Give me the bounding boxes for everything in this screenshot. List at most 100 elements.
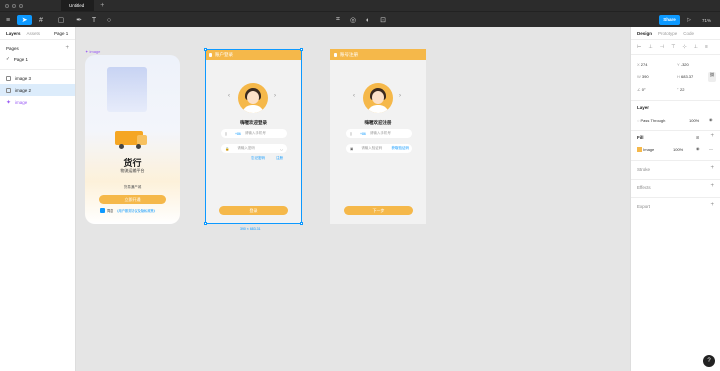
fill-row[interactable]: Image (637, 147, 654, 153)
y-field[interactable]: Y -320 (677, 62, 689, 67)
phone-placeholder: 请输入手机号 (369, 131, 391, 135)
add-effect-icon[interactable]: + (710, 183, 714, 189)
resize-handle[interactable] (204, 222, 207, 225)
maximize-window-icon[interactable] (19, 3, 23, 8)
main-menu-icon[interactable]: ≡ (3, 15, 13, 25)
divider (631, 100, 720, 101)
chevron-left-icon[interactable]: ‹ (353, 93, 355, 99)
align-top-icon[interactable]: ⊤ (671, 44, 675, 50)
resize-handle[interactable] (300, 222, 303, 225)
zoom-level[interactable]: 71% (702, 15, 711, 25)
splash-screen[interactable]: 货行 物流运输平台 货易通产城 立即开通 同意 《用户服务协议及隐私政策》 (85, 55, 180, 224)
phone-input[interactable]: ▯ +86 请输入手机号 (346, 129, 412, 138)
new-tab-button[interactable]: + (100, 2, 104, 9)
close-window-icon[interactable] (5, 3, 9, 8)
crop-icon[interactable]: ⊡ (378, 15, 388, 25)
present-icon[interactable]: ▷ (685, 15, 693, 25)
page-item[interactable]: ✓ Page 1 (0, 53, 75, 65)
city-illustration (107, 67, 147, 112)
divider (631, 197, 720, 198)
eye-icon[interactable]: ◉ (696, 146, 700, 151)
layer-opacity[interactable]: 100% (689, 118, 699, 123)
corner-radius-field[interactable]: ⌜ 22 (677, 87, 684, 92)
frame-label[interactable]: ✦ image (85, 49, 100, 54)
tab-code[interactable]: Code (683, 31, 694, 36)
title-bar: Untitled + (0, 0, 720, 11)
design-panel: Design Prototype Code ⊢ ⊥ ⊣ ⊤ ⊹ ⊥ ≡ X 27… (630, 27, 720, 371)
layer-item[interactable]: ✦ image (0, 96, 75, 108)
share-button[interactable]: Share (659, 14, 680, 25)
file-tab[interactable]: Untitled (61, 0, 95, 11)
register-screen[interactable]: 账号注册 ‹ › 嗨喔欢迎注册 ▯ +86 请输入手机号 ▣ 请输入验证码 获取… (330, 49, 426, 224)
tab-layers[interactable]: Layers (6, 31, 21, 36)
contrast-icon[interactable]: ◐ (363, 15, 373, 25)
divider (631, 54, 720, 55)
constrain-proportions-icon[interactable]: ⛓ (708, 72, 716, 82)
layer-item-selected[interactable]: image 2 (0, 84, 75, 96)
image-icon (6, 87, 11, 93)
country-code[interactable]: +86 (360, 132, 366, 136)
next-button[interactable]: 下一步 (344, 206, 413, 215)
zoom-value: 71% (702, 17, 712, 23)
grid-icon[interactable]: ⊞ (696, 135, 699, 140)
page-item-label: Page 1 (13, 56, 29, 62)
add-page-icon[interactable]: + (65, 45, 69, 51)
align-bottom-icon[interactable]: ⊥ (694, 44, 698, 50)
agree-link[interactable]: 《用户服务协议及隐私政策》 (115, 208, 156, 213)
code-input[interactable]: ▣ 请输入验证码 获取验证码 (346, 144, 412, 153)
component-icon[interactable]: ⌗ (333, 15, 343, 25)
minus-icon[interactable]: — (709, 146, 713, 151)
width-value: 390 (641, 74, 649, 79)
checkbox[interactable] (100, 208, 105, 213)
add-stroke-icon[interactable]: + (710, 165, 714, 171)
align-toolbar: ⊢ ⊥ ⊣ ⊤ ⊹ ⊥ ≡ (637, 44, 708, 50)
tab-assets[interactable]: Assets (27, 31, 41, 36)
register-header: 账号注册 (330, 49, 426, 60)
get-code-link[interactable]: 获取验证码 (392, 146, 410, 151)
toolbar: ≡ ➤ # ▢ ✒ T ○ ⌗ ◎ ◐ ⊡ Share ▷ 71% (0, 11, 720, 27)
resize-handle[interactable] (204, 48, 207, 51)
eye-icon[interactable]: ◉ (709, 117, 713, 122)
frame-tool-icon[interactable]: # (35, 15, 47, 25)
resize-handle[interactable] (300, 48, 303, 51)
add-export-icon[interactable]: + (710, 202, 714, 208)
fill-opacity[interactable]: 100% (673, 147, 683, 152)
align-middle-icon[interactable]: ⊹ (682, 44, 686, 50)
mask-icon[interactable]: ◎ (348, 15, 358, 25)
tab-prototype[interactable]: Prototype (658, 31, 677, 36)
add-fill-icon[interactable]: + (710, 133, 714, 139)
export-header: Export (637, 204, 651, 209)
app-tagline: 货易通产城 (123, 185, 142, 189)
selection-box[interactable] (205, 49, 302, 224)
height-value: 683.37 (681, 74, 694, 79)
align-left-icon[interactable]: ⊢ (637, 44, 641, 50)
text-tool-icon[interactable]: T (89, 15, 99, 25)
divider (631, 160, 720, 161)
rotation-field[interactable]: ∠ 0° (637, 87, 646, 92)
corner-radius-icon: ⌜ (677, 87, 679, 92)
distribute-icon[interactable]: ≡ (705, 44, 708, 50)
x-field[interactable]: X 274 (637, 62, 647, 67)
fill-header: Fill (637, 135, 644, 140)
width-field[interactable]: W 390 (637, 74, 649, 79)
move-tool-icon[interactable]: ➤ (17, 15, 32, 25)
align-right-icon[interactable]: ⊣ (660, 44, 664, 50)
frame-label-text: image (89, 49, 101, 54)
height-field[interactable]: H 683.37 (677, 74, 693, 79)
stroke-header: Stroke (637, 167, 651, 172)
fill-swatch[interactable] (637, 147, 642, 153)
align-center-icon[interactable]: ⊥ (648, 44, 652, 50)
start-button[interactable]: 立即开通 (99, 195, 166, 204)
app-subtitle: 物流运输平台 (120, 168, 145, 173)
minimize-window-icon[interactable] (12, 3, 16, 8)
layer-item-label: image 2 (15, 87, 32, 93)
shape-tool-icon[interactable]: ▢ (55, 15, 67, 25)
layer-item[interactable]: image 3 (0, 72, 75, 84)
pen-tool-icon[interactable]: ✒ (73, 15, 85, 25)
tab-design[interactable]: Design (637, 31, 652, 36)
comment-tool-icon[interactable]: ○ (104, 15, 114, 25)
chevron-right-icon[interactable]: › (399, 93, 401, 99)
help-button[interactable]: ? (703, 355, 715, 367)
blend-mode-select[interactable]: ◌ Pass Through (637, 118, 665, 123)
page-selector[interactable]: Page 1 (54, 31, 68, 36)
